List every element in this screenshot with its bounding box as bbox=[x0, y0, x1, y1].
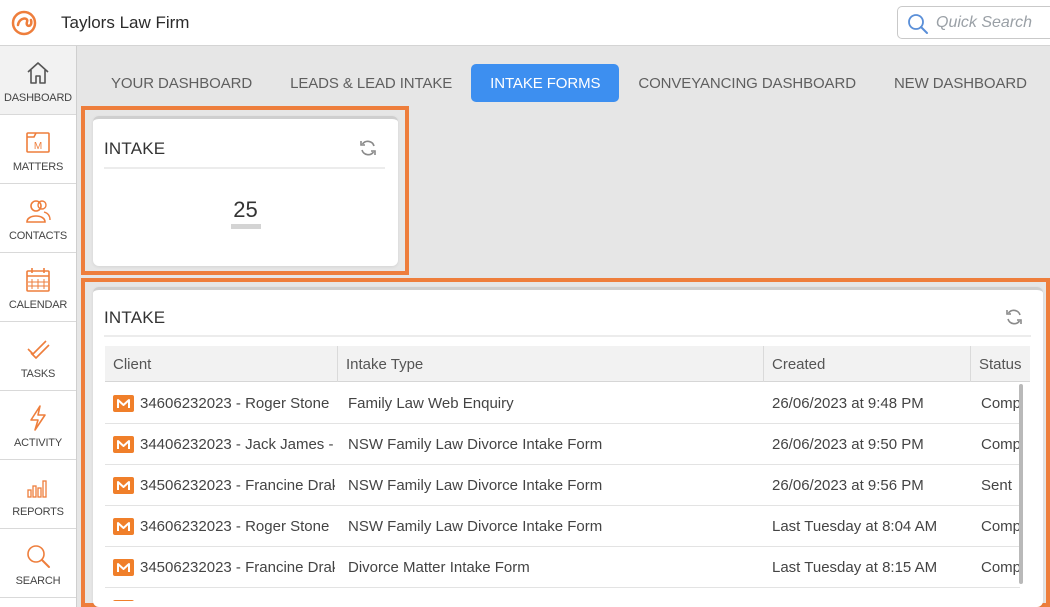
quick-search[interactable] bbox=[897, 6, 1050, 39]
sidebar: DASHBOARD M MATTERS CONTACTS CALENDAR TA… bbox=[0, 46, 77, 607]
intake-type-cell: NSW Family Law Divorce Intake Form bbox=[348, 435, 603, 453]
status-cell: Complete bbox=[981, 558, 1019, 576]
sidebar-item-label: TASKS bbox=[20, 368, 56, 380]
intake-type-cell: NSW Family Law Divorce Intake Form bbox=[348, 476, 603, 494]
calendar-icon bbox=[21, 263, 55, 297]
status-cell: Complete bbox=[981, 517, 1019, 535]
sidebar-item-calendar[interactable]: CALENDAR bbox=[0, 253, 76, 322]
refresh-icon[interactable] bbox=[357, 137, 379, 159]
intake-type-cell: NSW Family Law Divorce Intake Form bbox=[348, 517, 603, 535]
sidebar-item-label: DASHBOARD bbox=[4, 92, 72, 104]
intake-count-value[interactable]: 25 bbox=[93, 197, 398, 223]
table-header: Client Intake Type Created Status bbox=[105, 346, 1030, 382]
card-divider bbox=[104, 335, 1031, 337]
status-cell: Complete bbox=[981, 588, 1019, 602]
created-cell: 26/06/2023 at 9:56 PM bbox=[772, 476, 924, 494]
sidebar-item-label: CONTACTS bbox=[8, 230, 68, 242]
intake-count-card: INTAKE 25 bbox=[93, 116, 398, 266]
search-input[interactable] bbox=[936, 11, 1048, 35]
count-underline bbox=[231, 224, 261, 229]
top-bar: Taylors Law Firm bbox=[0, 0, 1050, 46]
dashboard-tabs: YOUR DASHBOARD LEADS & LEAD INTAKE INTAK… bbox=[92, 64, 1046, 102]
matter-icon bbox=[113, 558, 134, 576]
created-cell: Last Tuesday at 8:04 AM bbox=[772, 517, 938, 535]
sidebar-item-search[interactable]: SEARCH bbox=[0, 529, 76, 598]
scrollbar-thumb[interactable] bbox=[1019, 384, 1023, 584]
sidebar-item-matters[interactable]: M MATTERS bbox=[0, 115, 76, 184]
created-cell: 26/06/2023 at 9:50 PM bbox=[772, 435, 924, 453]
status-cell: Complete bbox=[981, 394, 1019, 412]
sidebar-item-dashboard[interactable]: DASHBOARD bbox=[0, 46, 76, 115]
client-cell[interactable]: 34606232023 - Roger Stone bbox=[113, 506, 335, 546]
tab-new-dashboard[interactable]: NEW DASHBOARD bbox=[875, 64, 1046, 102]
client-cell[interactable]: 34606232023 - Roger Stone bbox=[113, 383, 335, 423]
sidebar-item-label: REPORTS bbox=[12, 506, 64, 518]
app-title: Taylors Law Firm bbox=[61, 13, 190, 32]
client-cell[interactable]: 34506232023 - Francine Drake bbox=[113, 547, 335, 587]
table-row[interactable]: 34406232023 - Jack James - NSW Family Law… bbox=[105, 424, 1020, 465]
bar-chart-icon bbox=[21, 470, 55, 504]
svg-text:M: M bbox=[34, 141, 42, 152]
contacts-icon bbox=[21, 194, 55, 228]
table-row[interactable]: 34606232023 - Roger Stone Family Law Web … bbox=[105, 383, 1020, 424]
table-scrollbar[interactable] bbox=[1016, 384, 1026, 594]
sidebar-item-label: ACTIVITY bbox=[14, 437, 62, 449]
matter-icon bbox=[113, 476, 134, 494]
created-cell: 26/06/2023 at 9:48 PM bbox=[772, 394, 924, 412]
sidebar-item-label: CALENDAR bbox=[8, 299, 68, 311]
intake-type-cell: Divorce Matter Intake Form bbox=[348, 558, 530, 576]
client-cell[interactable]: 34406232023 - Jack James - bbox=[113, 424, 335, 464]
sidebar-item-label: SEARCH bbox=[15, 575, 61, 587]
status-cell: Sent bbox=[981, 476, 1012, 494]
home-icon bbox=[21, 56, 55, 90]
tab-intake-forms[interactable]: INTAKE FORMS bbox=[471, 64, 620, 102]
matter-icon bbox=[113, 599, 134, 601]
created-cell: Last Tuesday at 8:28 AM bbox=[772, 588, 967, 602]
tab-conveyancing-dashboard[interactable]: CONVEYANCING DASHBOARD bbox=[619, 64, 875, 102]
column-header-intake-type[interactable]: Intake Type bbox=[338, 346, 764, 382]
sidebar-item-label: MATTERS bbox=[12, 161, 64, 173]
search-icon bbox=[908, 14, 928, 34]
card-divider bbox=[104, 167, 385, 169]
table-row[interactable]: 34606232023 - Roger Stone NSW Family Law … bbox=[105, 506, 1020, 547]
matter-icon bbox=[113, 517, 134, 535]
client-name: 34606232023 - Roger Stone bbox=[140, 600, 329, 602]
refresh-icon[interactable] bbox=[1003, 306, 1025, 328]
matters-icon: M bbox=[21, 125, 55, 159]
client-name: 34506232023 - Francine Drake bbox=[140, 476, 335, 494]
card-title: INTAKE bbox=[104, 139, 166, 158]
status-cell: Complete bbox=[981, 435, 1019, 453]
client-cell[interactable]: 34606232023 - Roger Stone bbox=[113, 588, 335, 601]
tasks-icon bbox=[21, 332, 55, 366]
lightning-icon bbox=[21, 401, 55, 435]
intake-type-cell: Family Law Web Enquiry bbox=[348, 394, 514, 412]
created-cell: Last Tuesday at 8:15 AM bbox=[772, 558, 938, 576]
matter-icon bbox=[113, 394, 134, 412]
card-title: INTAKE bbox=[104, 308, 166, 327]
client-cell[interactable]: 34506232023 - Francine Drake bbox=[113, 465, 335, 505]
client-name: 34406232023 - Jack James - bbox=[140, 435, 334, 453]
table-row[interactable]: 34506232023 - Francine Drake NSW Family L… bbox=[105, 465, 1020, 506]
matter-icon bbox=[113, 435, 134, 453]
client-name: 34606232023 - Roger Stone bbox=[140, 517, 330, 535]
sidebar-item-reports[interactable]: REPORTS bbox=[0, 460, 76, 529]
tab-leads-lead-intake[interactable]: LEADS & LEAD INTAKE bbox=[271, 64, 471, 102]
column-header-status[interactable]: Status bbox=[971, 346, 1030, 382]
sidebar-item-activity[interactable]: ACTIVITY bbox=[0, 391, 76, 460]
table-row[interactable]: 34606232023 - Roger Stone NSW Family Law … bbox=[105, 588, 1020, 601]
client-name: 34506232023 - Francine Drake bbox=[140, 558, 335, 576]
tab-your-dashboard[interactable]: YOUR DASHBOARD bbox=[92, 64, 271, 102]
sidebar-item-contacts[interactable]: CONTACTS bbox=[0, 184, 76, 253]
app-logo-icon[interactable] bbox=[0, 0, 48, 46]
column-header-created[interactable]: Created bbox=[764, 346, 971, 382]
search-icon bbox=[21, 539, 55, 573]
sidebar-item-tasks[interactable]: TASKS bbox=[0, 322, 76, 391]
intake-table: Client Intake Type Created Status 346062… bbox=[105, 346, 1030, 601]
column-header-client[interactable]: Client bbox=[105, 346, 338, 382]
intake-type-cell: NSW Family Law Divorce Intake Form bbox=[348, 588, 758, 602]
table-row[interactable]: 34506232023 - Francine Drake Divorce Matt… bbox=[105, 547, 1020, 588]
client-name: 34606232023 - Roger Stone bbox=[140, 394, 330, 412]
